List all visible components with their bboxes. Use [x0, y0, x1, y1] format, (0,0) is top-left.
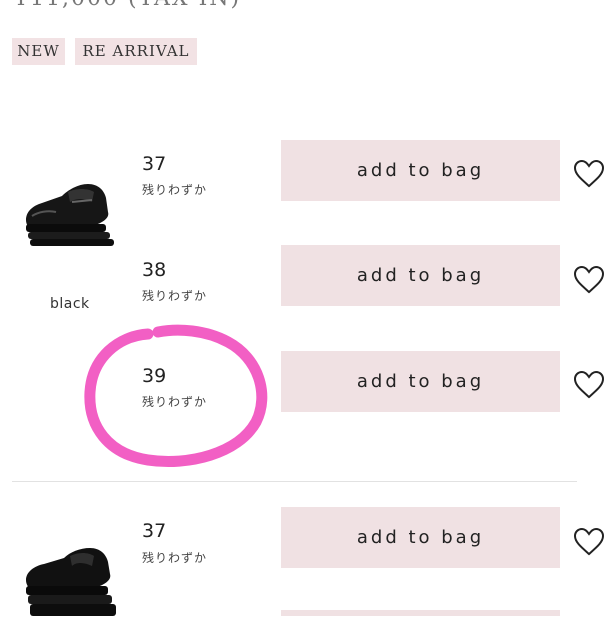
favorite-heart-icon[interactable]: [573, 159, 605, 189]
badge-new: NEW: [12, 38, 65, 65]
add-to-bag-button-38[interactable]: add to bag: [281, 245, 560, 306]
color-label-black: black: [50, 296, 90, 312]
size-38-label: 38: [142, 259, 167, 281]
badge-re-arrival: RE ARRIVAL: [75, 38, 197, 65]
size-39-label: 39: [142, 365, 167, 387]
add-to-bag-button-37[interactable]: add to bag: [281, 140, 560, 201]
add-to-bag-button-37[interactable]: add to bag: [281, 507, 560, 568]
shoe-thumbnail-black[interactable]: [22, 172, 120, 262]
stock-status: 残りわずか: [142, 551, 208, 565]
price-text: ¥11,000 (TAX IN): [14, 0, 241, 11]
add-to-bag-button-partial[interactable]: [281, 610, 560, 616]
stock-status: 残りわずか: [142, 183, 208, 197]
size-37-label: 37: [142, 153, 167, 175]
favorite-heart-icon[interactable]: [573, 527, 605, 557]
shoe-thumbnail[interactable]: [22, 540, 120, 620]
stock-status: 残りわずか: [142, 395, 208, 409]
size-37-label: 37: [142, 520, 167, 542]
favorite-heart-icon[interactable]: [573, 370, 605, 400]
add-to-bag-button-39[interactable]: add to bag: [281, 351, 560, 412]
stock-status: 残りわずか: [142, 289, 208, 303]
variant-divider: [12, 481, 577, 482]
favorite-heart-icon[interactable]: [573, 265, 605, 295]
